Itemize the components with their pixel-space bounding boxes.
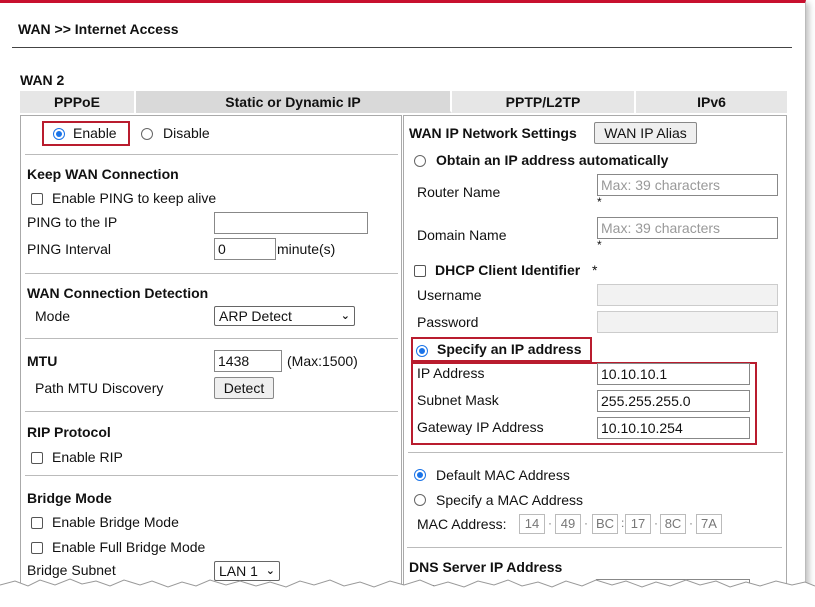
mtu-max-note: (Max:1500) [287, 353, 358, 369]
connection-type-tabs: PPPoE Static or Dynamic IP PPTP/L2TP IPv… [20, 91, 787, 113]
subnet-mask-input[interactable]: 255.255.255.0 [597, 390, 750, 412]
router-config-window: WAN >> Internet Access WAN 2 PPPoE Stati… [0, 0, 815, 607]
disable-label: Disable [163, 125, 210, 141]
dhcp-client-id-label: DHCP Client Identifier [435, 262, 581, 278]
breadcrumb: WAN >> Internet Access [18, 21, 179, 37]
enable-radio[interactable] [53, 126, 65, 142]
divider [25, 154, 398, 155]
section-title: WAN 2 [20, 72, 65, 88]
default-mac-label: Default MAC Address [436, 467, 570, 483]
mode-label: Mode [35, 308, 71, 324]
bridge-mode-title: Bridge Mode [27, 490, 112, 506]
mac-separator: · [654, 516, 658, 530]
mac-address-label: MAC Address: [417, 516, 507, 532]
keep-wan-title: Keep WAN Connection [27, 166, 179, 182]
enable-full-bridge-checkbox[interactable] [31, 540, 43, 556]
divider [407, 547, 782, 548]
mtu-input[interactable]: 1438 [214, 350, 282, 372]
ping-ip-label: PING to the IP [27, 214, 118, 230]
wan-ip-alias-button[interactable]: WAN IP Alias [594, 122, 697, 144]
divider [408, 452, 783, 453]
wan-ip-settings-title: WAN IP Network Settings [409, 125, 577, 141]
divider [25, 411, 398, 412]
enable-rip-label: Enable RIP [52, 449, 123, 465]
divider [25, 273, 398, 274]
title-divider [12, 47, 792, 48]
username-label: Username [417, 287, 482, 303]
enable-ping-label: Enable PING to keep alive [52, 190, 217, 206]
mac-octet-3[interactable]: BC [592, 514, 618, 534]
specify-ip-radio[interactable] [416, 343, 428, 359]
mac-octet-4[interactable]: 17 [625, 514, 651, 534]
default-mac-radio[interactable] [414, 467, 426, 483]
subnet-mask-label: Subnet Mask [417, 392, 499, 408]
torn-edge-decoration [0, 578, 815, 607]
mode-select-value: ARP Detect [219, 308, 292, 324]
ip-address-input[interactable]: 10.10.10.1 [597, 363, 750, 385]
specify-mac-radio[interactable] [414, 492, 426, 508]
enable-label: Enable [73, 125, 117, 141]
detect-button[interactable]: Detect [214, 377, 274, 399]
bridge-subnet-label: Bridge Subnet [27, 562, 116, 578]
mac-separator: · [548, 516, 552, 530]
specify-ip-label: Specify an IP address [437, 341, 582, 357]
domain-name-label: Domain Name [417, 227, 507, 243]
chevron-down-icon: ⌄ [340, 310, 350, 322]
divider [25, 338, 398, 339]
tab-pppoe[interactable]: PPPoE [20, 91, 136, 113]
gateway-ip-label: Gateway IP Address [417, 419, 544, 435]
ping-interval-label: PING Interval [27, 241, 112, 257]
mac-separator: · [584, 516, 588, 530]
router-name-required: * [597, 195, 602, 209]
dns-server-title: DNS Server IP Address [409, 559, 563, 575]
ping-interval-unit: minute(s) [277, 241, 336, 257]
mtu-title: MTU [27, 353, 58, 369]
wan-detection-title: WAN Connection Detection [27, 285, 209, 301]
obtain-ip-label: Obtain an IP address automatically [436, 152, 669, 168]
domain-name-required: * [597, 238, 602, 252]
obtain-ip-radio[interactable] [414, 153, 426, 169]
mac-separator: · [689, 516, 693, 530]
router-name-label: Router Name [417, 184, 501, 200]
specify-mac-label: Specify a MAC Address [436, 492, 584, 508]
password-label: Password [417, 314, 479, 330]
divider [25, 475, 398, 476]
router-name-input[interactable]: Max: 39 characters [597, 174, 778, 196]
enable-bridge-label: Enable Bridge Mode [52, 514, 179, 530]
path-mtu-label: Path MTU Discovery [35, 380, 164, 396]
mac-octet-6[interactable]: 7A [696, 514, 722, 534]
ping-ip-input[interactable] [214, 212, 368, 234]
disable-radio[interactable] [141, 126, 153, 142]
tab-pptp-l2tp[interactable]: PPTP/L2TP [452, 91, 636, 113]
enable-ping-checkbox[interactable] [31, 191, 43, 207]
ping-interval-input[interactable]: 0 [214, 238, 276, 260]
enable-full-bridge-label: Enable Full Bridge Mode [52, 539, 206, 555]
enable-bridge-checkbox[interactable] [31, 515, 43, 531]
tab-static-dynamic-ip[interactable]: Static or Dynamic IP [136, 91, 452, 113]
dhcp-client-id-checkbox[interactable] [414, 263, 426, 279]
tab-ipv6[interactable]: IPv6 [636, 91, 787, 113]
mode-select[interactable]: ARP Detect ⌄ [214, 306, 355, 326]
mac-separator: : [621, 516, 625, 530]
mac-octet-5[interactable]: 8C [660, 514, 686, 534]
mac-octet-1[interactable]: 14 [519, 514, 545, 534]
enable-rip-checkbox[interactable] [31, 450, 43, 466]
rip-title: RIP Protocol [27, 424, 111, 440]
password-input[interactable] [597, 311, 778, 333]
gateway-ip-input[interactable]: 10.10.10.254 [597, 417, 750, 439]
ip-address-label: IP Address [417, 365, 485, 381]
domain-name-input[interactable]: Max: 39 characters [597, 217, 778, 239]
mac-octet-2[interactable]: 49 [555, 514, 581, 534]
username-input[interactable] [597, 284, 778, 306]
left-settings-panel: Enable Disable Keep WAN Connection Enabl… [20, 115, 402, 607]
dhcp-client-id-required: * [592, 262, 598, 278]
